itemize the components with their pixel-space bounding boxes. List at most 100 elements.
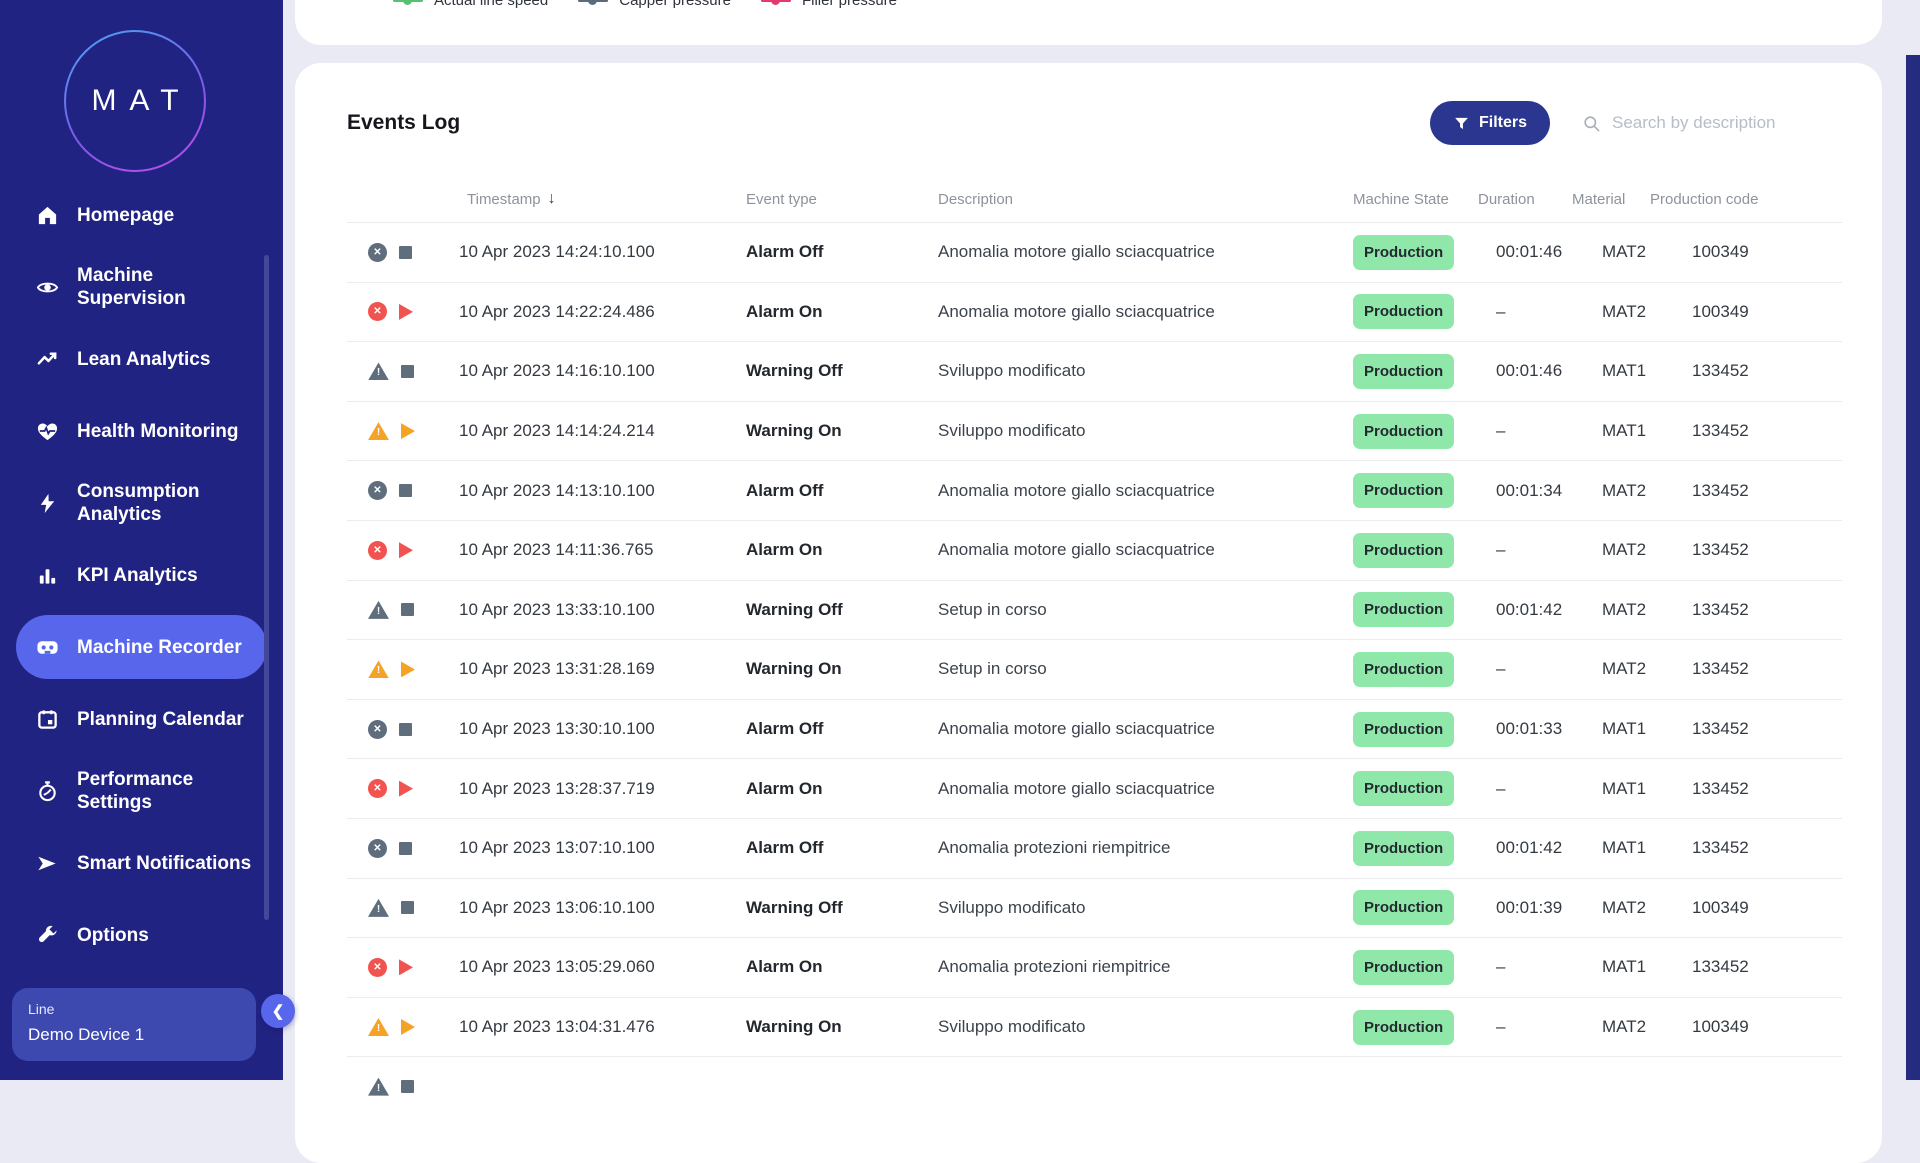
sidebar-item-planning-calendar[interactable]: Planning Calendar	[0, 683, 283, 755]
description-cell: Sviluppo modificato	[938, 1017, 1353, 1037]
alarm-off-icon	[368, 481, 387, 500]
alarm-on-icon	[368, 958, 387, 977]
timestamp-cell: 10 Apr 2023 14:16:10.100	[459, 361, 746, 381]
description-cell: Sviluppo modificato	[938, 421, 1353, 441]
production-code-cell: 133452	[1650, 481, 1842, 501]
trend-icon	[34, 346, 60, 372]
material-cell: MAT2	[1572, 659, 1650, 679]
page-scrollbar	[1906, 0, 1920, 1080]
sidebar-item-consumption-analytics[interactable]: Consumption Analytics	[0, 467, 283, 539]
table-row[interactable]	[347, 1056, 1842, 1116]
legend-item-filler-pressure[interactable]: Filler pressure	[761, 0, 897, 9]
sidebar-item-machine-recorder[interactable]: Machine Recorder	[16, 615, 267, 679]
machine-state-badge: Production	[1353, 771, 1454, 806]
funnel-icon	[1453, 115, 1470, 132]
column-header-production-code[interactable]: Production code	[1650, 191, 1842, 208]
table-row[interactable]: 10 Apr 2023 14:13:10.100Alarm OffAnomali…	[347, 460, 1842, 520]
column-header-description[interactable]: Description	[938, 191, 1353, 208]
production-code-cell: 133452	[1650, 540, 1842, 560]
timestamp-cell: 10 Apr 2023 13:04:31.476	[459, 1017, 746, 1037]
page-scrollbar-thumb[interactable]	[1906, 55, 1920, 1080]
stop-icon	[401, 1080, 414, 1093]
table-row[interactable]: 10 Apr 2023 14:22:24.486Alarm OnAnomalia…	[347, 282, 1842, 342]
legend-label: Actual line speed	[434, 0, 548, 9]
legend-marker-icon	[761, 0, 791, 2]
alarm-on-icon	[368, 541, 387, 560]
column-header-timestamp[interactable]: Timestamp ↓	[459, 190, 746, 208]
bolt-icon	[34, 490, 60, 516]
table-header: Timestamp ↓ Event type Description Machi…	[347, 181, 1842, 217]
sidebar-item-health-monitoring[interactable]: Health Monitoring	[0, 395, 283, 467]
material-cell: MAT2	[1572, 540, 1650, 560]
start-icon	[399, 542, 413, 558]
legend-item-actual-line-speed[interactable]: Actual line speed	[393, 0, 548, 9]
sidebar-item-lean-analytics[interactable]: Lean Analytics	[0, 323, 283, 395]
sidebar-item-smart-notifications[interactable]: Smart Notifications	[0, 827, 283, 899]
machine-state-badge: Production	[1353, 950, 1454, 985]
material-cell: MAT2	[1572, 481, 1650, 501]
start-icon	[401, 661, 415, 677]
table-row[interactable]: 10 Apr 2023 14:11:36.765Alarm OnAnomalia…	[347, 520, 1842, 580]
table-row[interactable]: 10 Apr 2023 13:30:10.100Alarm OffAnomali…	[347, 699, 1842, 759]
sidebar-scrollbar[interactable]	[264, 255, 269, 920]
timestamp-cell: 10 Apr 2023 13:31:28.169	[459, 659, 746, 679]
table-row[interactable]: 10 Apr 2023 13:05:29.060Alarm OnAnomalia…	[347, 937, 1842, 997]
table-row[interactable]: 10 Apr 2023 13:33:10.100Warning OffSetup…	[347, 580, 1842, 640]
column-header-material[interactable]: Material	[1572, 191, 1650, 208]
table-row[interactable]: 10 Apr 2023 13:04:31.476Warning OnSvilup…	[347, 997, 1842, 1057]
machine-state-badge: Production	[1353, 414, 1454, 449]
start-icon	[401, 423, 415, 439]
description-cell: Setup in corso	[938, 659, 1353, 679]
table-row[interactable]: 10 Apr 2023 14:14:24.214Warning OnSvilup…	[347, 401, 1842, 461]
machine-state-badge: Production	[1353, 533, 1454, 568]
heart-pulse-icon	[34, 418, 60, 444]
machine-state-cell: Production	[1353, 771, 1478, 806]
sidebar-collapse-button[interactable]: ❮	[261, 994, 295, 1028]
table-row[interactable]: 10 Apr 2023 14:16:10.100Warning OffSvilu…	[347, 341, 1842, 401]
alarm-off-icon	[368, 839, 387, 858]
device-selector-card[interactable]: Line Demo Device 1	[12, 988, 256, 1061]
event-type-cell: Alarm On	[746, 302, 938, 322]
column-header-duration[interactable]: Duration	[1478, 191, 1572, 208]
table-row[interactable]: 10 Apr 2023 14:24:10.100Alarm OffAnomali…	[347, 222, 1842, 282]
machine-state-cell: Production	[1353, 473, 1478, 508]
machine-state-cell: Production	[1353, 354, 1478, 389]
table-row[interactable]: 10 Apr 2023 13:07:10.100Alarm OffAnomali…	[347, 818, 1842, 878]
production-code-cell: 133452	[1650, 421, 1842, 441]
filters-button[interactable]: Filters	[1430, 101, 1550, 145]
machine-state-cell: Production	[1353, 712, 1478, 747]
timestamp-cell: 10 Apr 2023 13:30:10.100	[459, 719, 746, 739]
column-header-event-type[interactable]: Event type	[746, 191, 938, 208]
machine-state-cell: Production	[1353, 831, 1478, 866]
material-cell: MAT1	[1572, 719, 1650, 739]
logo-text: MAT	[78, 84, 191, 118]
legend-item-capper-pressure[interactable]: Capper pressure	[578, 0, 731, 9]
material-cell: MAT1	[1572, 421, 1650, 441]
warning-on-icon	[368, 660, 389, 678]
material-cell: MAT2	[1572, 600, 1650, 620]
stop-icon	[401, 901, 414, 914]
sidebar-item-label: Health Monitoring	[77, 420, 255, 443]
stop-icon	[399, 484, 412, 497]
stop-icon	[401, 365, 414, 378]
table-row[interactable]: 10 Apr 2023 13:06:10.100Warning OffSvilu…	[347, 878, 1842, 938]
stop-icon	[399, 246, 412, 259]
search-input[interactable]	[1612, 113, 1842, 133]
sidebar-item-machine-supervision[interactable]: Machine Supervision	[0, 251, 283, 323]
sidebar-item-kpi-analytics[interactable]: KPI Analytics	[0, 539, 283, 611]
device-name: Demo Device 1	[28, 1025, 240, 1045]
machine-state-cell: Production	[1353, 1010, 1478, 1045]
table-row[interactable]: 10 Apr 2023 13:28:37.719Alarm OnAnomalia…	[347, 758, 1842, 818]
sidebar-item-homepage[interactable]: Homepage	[0, 179, 283, 251]
eye-icon	[34, 274, 60, 300]
timestamp-cell: 10 Apr 2023 14:22:24.486	[459, 302, 746, 322]
table-row[interactable]: 10 Apr 2023 13:31:28.169Warning OnSetup …	[347, 639, 1842, 699]
sidebar-item-performance-settings[interactable]: Performance Settings	[0, 755, 283, 827]
description-cell: Anomalia motore giallo sciacquatrice	[938, 481, 1353, 501]
material-cell: MAT2	[1572, 242, 1650, 262]
timestamp-cell: 10 Apr 2023 14:11:36.765	[459, 540, 746, 560]
column-header-machine-state[interactable]: Machine State	[1353, 191, 1478, 208]
production-code-cell: 100349	[1650, 1017, 1842, 1037]
event-icons	[347, 302, 459, 321]
sidebar-item-options[interactable]: Options	[0, 899, 283, 971]
